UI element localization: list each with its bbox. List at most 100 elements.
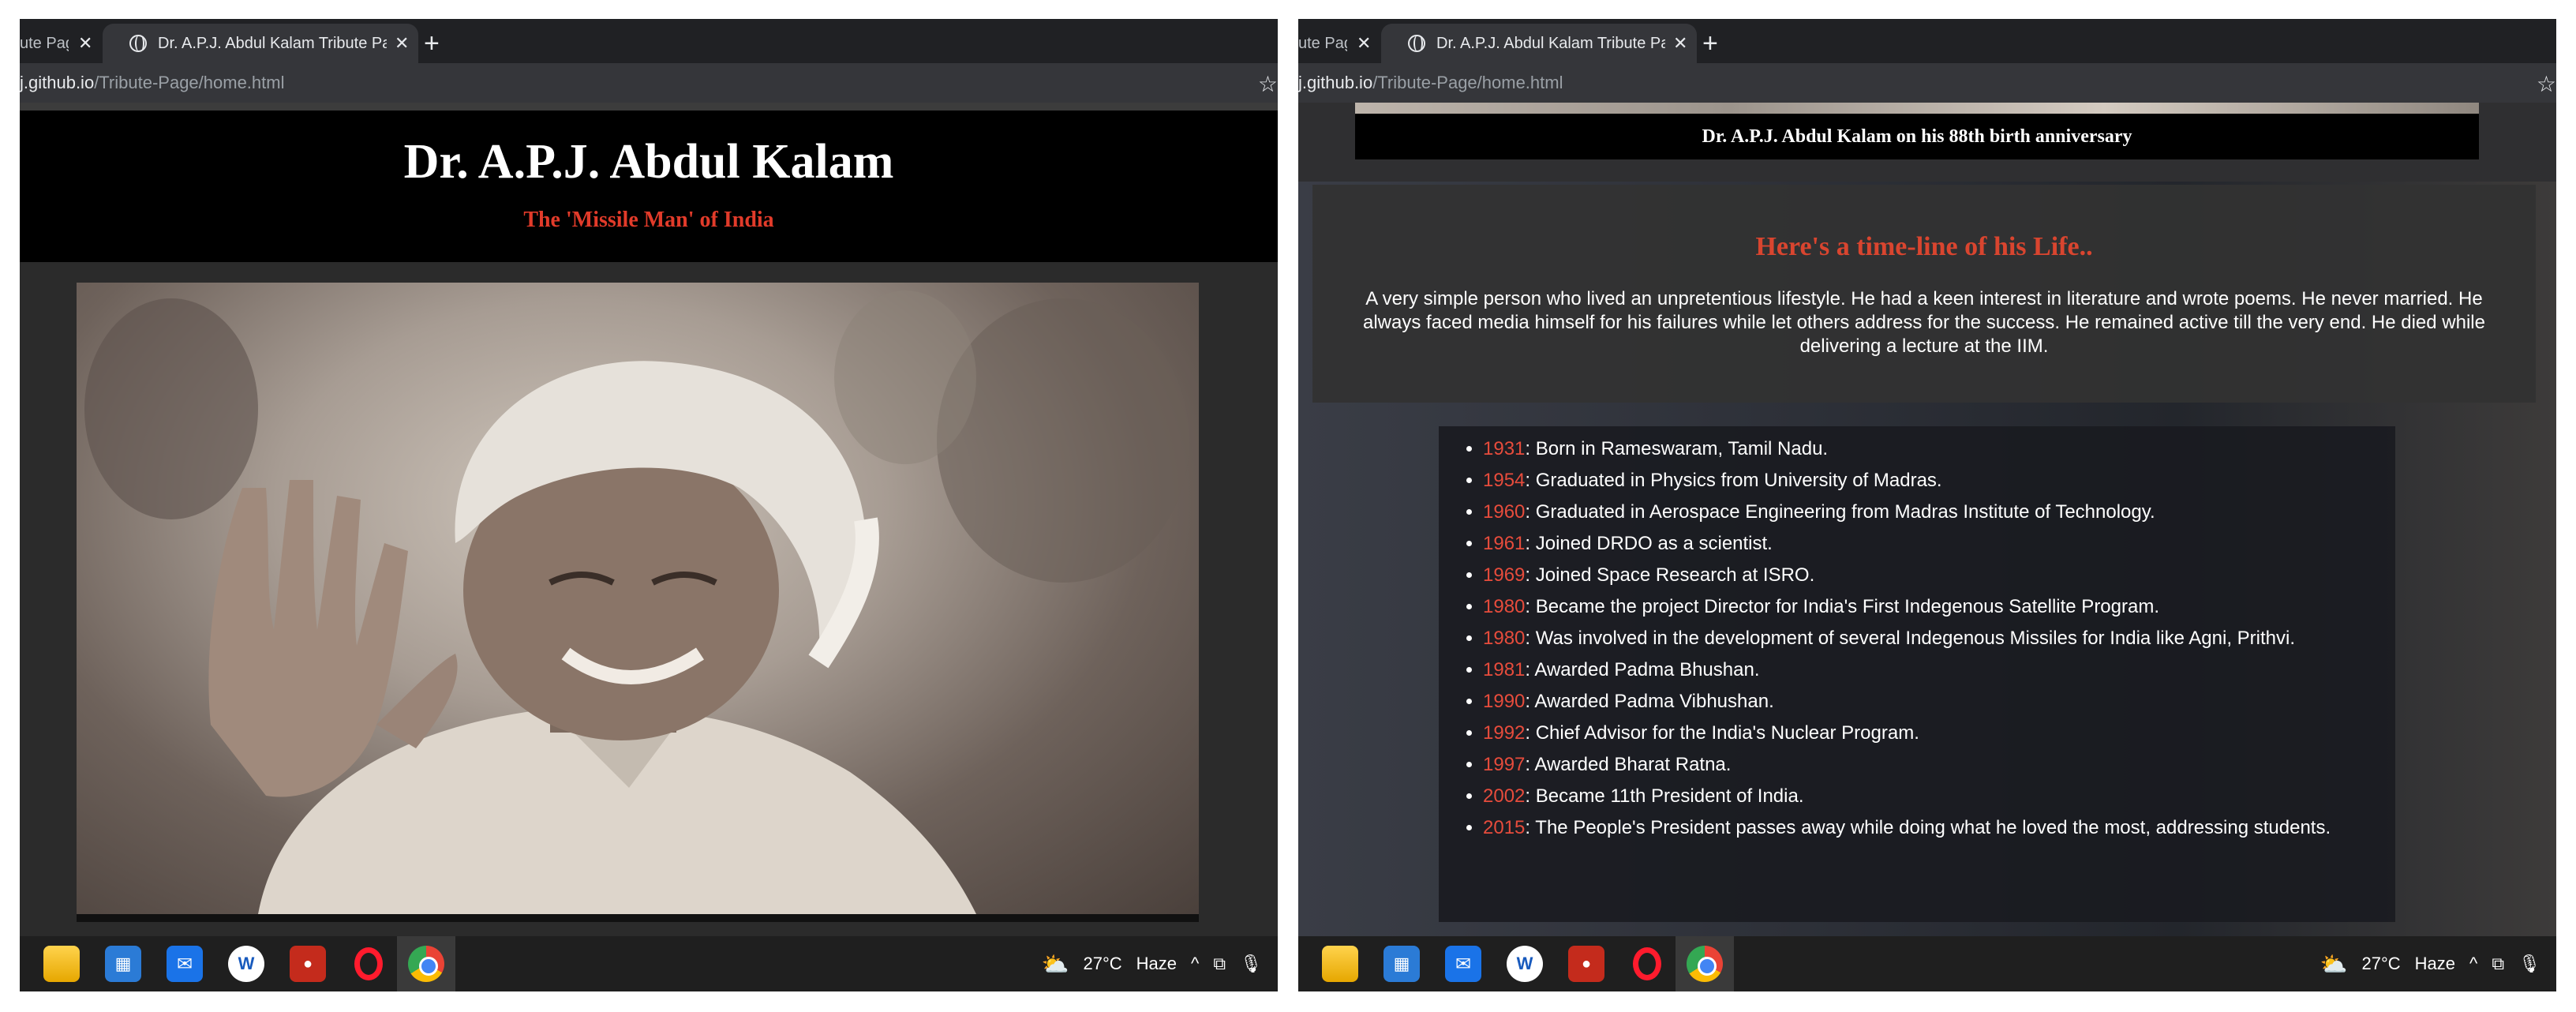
timeline-text: : Joined DRDO as a scientist. bbox=[1525, 533, 1773, 554]
tab-strip: ute Pag ✕ Dr. A.P.J. Abdul Kalam Tribute… bbox=[20, 19, 1278, 63]
tab-title: Dr. A.P.J. Abdul Kalam Tribute Pag bbox=[158, 34, 387, 52]
url-path: /Tribute-Page/home.html bbox=[94, 73, 285, 92]
taskbar-active-app[interactable] bbox=[1676, 936, 1734, 991]
taskbar: ▦ ✉ W ● ⛅ 27°C Haze ^ ⧉ 🎙 bbox=[20, 936, 1278, 991]
kalam-photo-illustration bbox=[84, 290, 1189, 914]
timeline-year: 1931 bbox=[1483, 438, 1526, 459]
address-bar[interactable]: j.github.io/Tribute-Page/home.html ☆ bbox=[1298, 63, 2556, 103]
taskbar-active-app[interactable] bbox=[397, 936, 455, 991]
weather-icon[interactable]: ⛅ bbox=[2320, 951, 2348, 977]
tab-title: Dr. A.P.J. Abdul Kalam Tribute Pag bbox=[1436, 34, 1665, 52]
microsoft-store-icon[interactable]: ▦ bbox=[1383, 946, 1420, 982]
timeline-text: : Awarded Padma Bhushan. bbox=[1525, 659, 1760, 680]
timeline-year: 1954 bbox=[1483, 470, 1526, 491]
timeline-section: 1931: Born in Rameswaram, Tamil Nadu. 195… bbox=[1439, 426, 2395, 922]
page-content: Dr. A.P.J. Abdul Kalam on his 88th birth… bbox=[1298, 103, 2556, 960]
weather-icon[interactable]: ⛅ bbox=[1042, 951, 1069, 977]
bio-heading: Here's a time-line of his Life.. bbox=[1755, 232, 2093, 261]
mail-icon[interactable]: ✉ bbox=[1445, 946, 1481, 982]
timeline-text: : Became the project Director for India'… bbox=[1525, 596, 2160, 617]
tab-strip: ute Pag ✕ Dr. A.P.J. Abdul Kalam Tribute… bbox=[1298, 19, 2556, 63]
page-content: Dr. A.P.J. Abdul Kalam The 'Missile Man'… bbox=[20, 103, 1278, 960]
timeline-text: : Graduated in Aerospace Engineering fro… bbox=[1525, 501, 2155, 523]
taskbar: ▦ ✉ W ● ⛅ 27°C Haze ^ ⧉ 🎙 bbox=[1298, 936, 2556, 991]
bio-text: A very simple person who lived an unpret… bbox=[1363, 288, 2485, 357]
timeline-item: 2015: The People's President passes away… bbox=[1483, 816, 2351, 840]
photo-caption: Dr. A.P.J. Abdul Kalam on his 88th birth… bbox=[1702, 126, 2132, 147]
timeline-year: 1960 bbox=[1483, 501, 1526, 523]
url-host: j.github.io bbox=[1298, 73, 1373, 92]
timeline-item: 1992: Chief Advisor for the India's Nucl… bbox=[1483, 722, 2351, 745]
opera-icon[interactable] bbox=[1633, 947, 1661, 980]
timeline-item: 1980: Became the project Director for In… bbox=[1483, 595, 2351, 619]
microphone-icon[interactable]: 🎙 bbox=[2518, 954, 2540, 974]
page-viewport: Dr. A.P.J. Abdul Kalam on his 88th birth… bbox=[1298, 103, 2556, 960]
tab-previous[interactable]: ute Pag ✕ bbox=[1298, 24, 1377, 63]
timeline-item: 1954: Graduated in Physics from Universi… bbox=[1483, 469, 2351, 493]
chevron-up-icon[interactable]: ^ bbox=[2469, 954, 2477, 974]
bookmark-star-icon[interactable]: ☆ bbox=[1258, 71, 1278, 97]
timeline-item: 1981: Awarded Padma Bhushan. bbox=[1483, 658, 2351, 682]
mail-icon[interactable]: ✉ bbox=[167, 946, 203, 982]
browser-window-left: ute Pag ✕ Dr. A.P.J. Abdul Kalam Tribute… bbox=[20, 19, 1278, 991]
timeline-list: 1931: Born in Rameswaram, Tamil Nadu. 195… bbox=[1439, 426, 2395, 840]
kalam-photo bbox=[77, 283, 1199, 914]
temperature[interactable]: 27°C bbox=[1084, 954, 1122, 974]
timeline-item: 1961: Joined DRDO as a scientist. bbox=[1483, 532, 2351, 556]
temperature[interactable]: 27°C bbox=[2362, 954, 2401, 974]
word-icon[interactable]: W bbox=[1507, 946, 1543, 982]
tab-active[interactable]: Dr. A.P.J. Abdul Kalam Tribute Pag ✕ bbox=[103, 24, 418, 63]
timeline-text: : Awarded Padma Vibhushan. bbox=[1525, 691, 1774, 712]
new-tab-button[interactable]: + bbox=[1702, 30, 1718, 57]
timeline-year: 2002 bbox=[1483, 785, 1526, 807]
network-icon[interactable]: ⧉ bbox=[2492, 954, 2504, 974]
tab-title: ute Pag bbox=[1298, 34, 1347, 52]
system-tray: ⛅ 27°C Haze ^ ⧉ 🎙 bbox=[2320, 936, 2540, 991]
weather-text[interactable]: Haze bbox=[1136, 954, 1177, 974]
timeline-text: : Awarded Bharat Ratna. bbox=[1525, 754, 1732, 775]
caption-section: Dr. A.P.J. Abdul Kalam on his 88th birth… bbox=[1298, 103, 2556, 182]
weather-text[interactable]: Haze bbox=[2415, 954, 2455, 974]
timeline-year: 1992 bbox=[1483, 722, 1526, 744]
close-tab-icon[interactable]: ✕ bbox=[395, 33, 409, 54]
tab-active[interactable]: Dr. A.P.J. Abdul Kalam Tribute Pag ✕ bbox=[1381, 24, 1697, 63]
timeline-item: 1969: Joined Space Research at ISRO. bbox=[1483, 564, 2351, 587]
microsoft-store-icon[interactable]: ▦ bbox=[105, 946, 141, 982]
timeline-year: 1997 bbox=[1483, 754, 1526, 775]
microphone-icon[interactable]: 🎙 bbox=[1240, 954, 1262, 974]
tab-previous[interactable]: ute Pag ✕ bbox=[20, 24, 99, 63]
timeline-item: 1960: Graduated in Aerospace Engineering… bbox=[1483, 500, 2351, 524]
close-tab-icon[interactable]: ✕ bbox=[78, 33, 92, 54]
opera-icon[interactable] bbox=[354, 947, 383, 980]
recorder-icon[interactable]: ● bbox=[1568, 946, 1604, 982]
globe-icon bbox=[1408, 35, 1425, 52]
chrome-icon[interactable] bbox=[408, 946, 444, 982]
tab-title: ute Pag bbox=[20, 34, 69, 52]
address-bar[interactable]: j.github.io/Tribute-Page/home.html ☆ bbox=[20, 63, 1278, 103]
timeline-text: : Chief Advisor for the India's Nuclear … bbox=[1525, 722, 1919, 744]
timeline-year: 1980 bbox=[1483, 628, 1526, 649]
timeline-year: 2015 bbox=[1483, 817, 1526, 838]
close-tab-icon[interactable]: ✕ bbox=[1673, 33, 1687, 54]
network-icon[interactable]: ⧉ bbox=[1213, 954, 1226, 974]
file-explorer-icon[interactable] bbox=[1322, 946, 1358, 982]
timeline-year: 1969 bbox=[1483, 564, 1526, 586]
file-explorer-icon[interactable] bbox=[43, 946, 80, 982]
divider bbox=[20, 103, 1278, 111]
new-tab-button[interactable]: + bbox=[424, 30, 440, 57]
timeline-year: 1961 bbox=[1483, 533, 1526, 554]
word-icon[interactable]: W bbox=[228, 946, 264, 982]
recorder-icon[interactable]: ● bbox=[290, 946, 326, 982]
photo-border bbox=[77, 914, 1199, 922]
timeline-item: 2002: Became 11th President of India. bbox=[1483, 785, 2351, 808]
timeline-item: 1931: Born in Rameswaram, Tamil Nadu. bbox=[1483, 437, 2351, 461]
timeline-text: : Joined Space Research at ISRO. bbox=[1525, 564, 1815, 586]
chrome-icon[interactable] bbox=[1687, 946, 1723, 982]
timeline-year: 1981 bbox=[1483, 659, 1526, 680]
close-tab-icon[interactable]: ✕ bbox=[1357, 33, 1371, 54]
timeline-text: : Became 11th President of India. bbox=[1525, 785, 1804, 807]
bookmark-star-icon[interactable]: ☆ bbox=[2537, 71, 2556, 97]
chevron-up-icon[interactable]: ^ bbox=[1191, 954, 1199, 974]
url-host: j.github.io bbox=[20, 73, 95, 92]
timeline-item: 1997: Awarded Bharat Ratna. bbox=[1483, 753, 2351, 777]
